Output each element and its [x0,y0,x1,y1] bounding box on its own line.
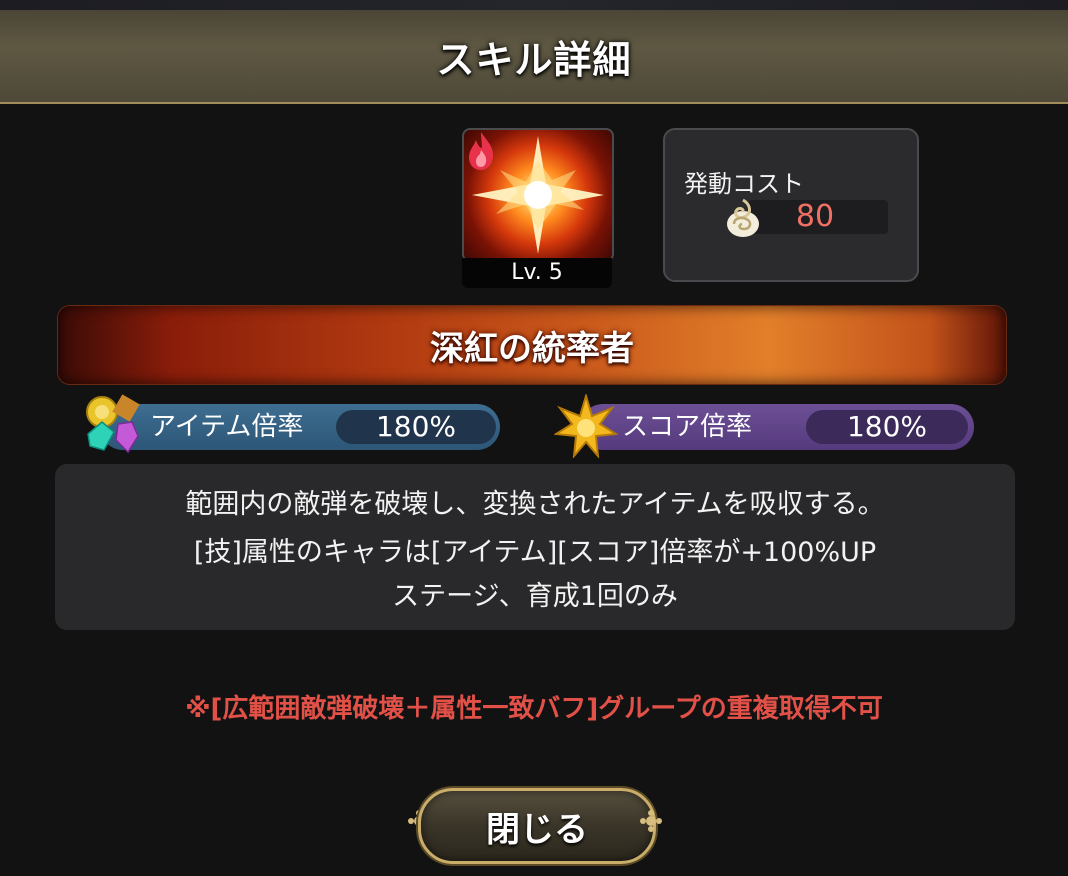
skill-name-banner: 深紅の統率者 [58,306,1006,384]
description-line: ステージ、育成1回のみ [392,581,678,612]
skill-name: 深紅の統率者 [430,328,634,369]
fire-icon [466,130,496,172]
dialog-title: スキル詳細 [436,37,632,82]
close-button[interactable]: 閉じる [418,788,656,864]
skill-level: Lv. 5 [462,258,612,288]
score-multiplier-value: 180% [806,410,968,444]
ornament-icon [640,810,662,832]
item-multiplier-value: 180% [336,410,496,444]
score-multiplier-label: スコア倍率 [622,412,753,442]
item-multiplier-label: アイテム倍率 [150,412,304,442]
top-strip [0,0,1068,10]
item-multiplier: アイテム倍率 180% [100,404,500,450]
description-line: [技]属性のキャラは[アイテム][スコア]倍率が+100%UP [193,537,877,568]
score-multiplier: スコア倍率 180% [580,404,974,450]
cost-value: 80 [795,199,835,234]
dialog-header: スキル詳細 [0,10,1068,104]
close-button-label: 閉じる [486,809,588,850]
gold-star-icon [552,392,620,460]
duplicate-note: ※[広範囲敵弾破壊＋属性一致バフ]グループの重複取得不可 [185,694,883,724]
description-line: 範囲内の敵弾を破壊し、変換されたアイテムを吸収する。 [185,489,885,520]
spiral-energy-icon [722,194,764,240]
gems-icon [80,392,150,462]
